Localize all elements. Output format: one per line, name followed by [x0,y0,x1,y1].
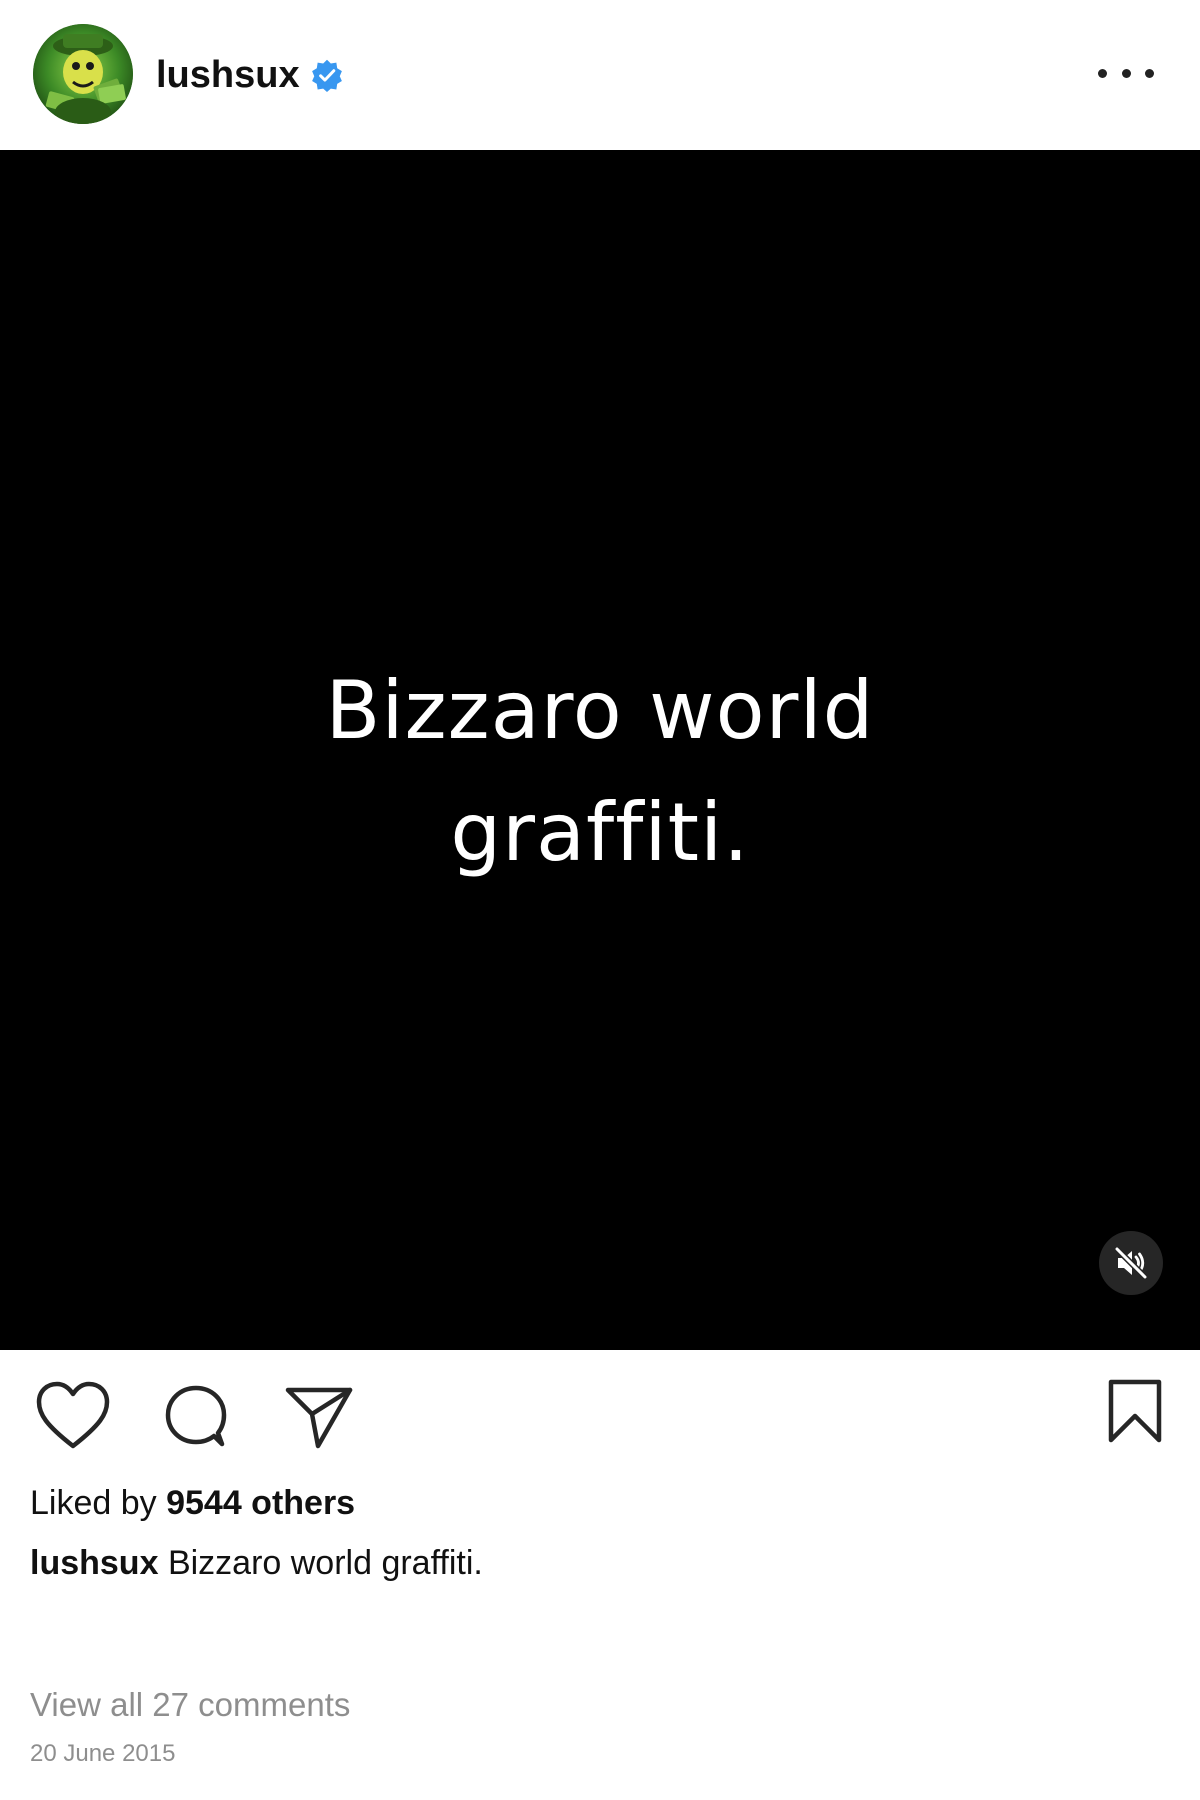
like-button[interactable] [36,1380,110,1452]
more-options-button[interactable] [1098,58,1154,88]
save-button[interactable] [1106,1378,1164,1444]
video-text-line-2: graffiti. [450,786,750,879]
more-options-icon [1098,68,1107,78]
verified-badge-icon [310,58,344,92]
video-text-overlay: Bizzaro world graffiti. [0,650,1200,894]
more-options-dot [1145,68,1154,78]
post-header: lushsux [0,0,1200,150]
paper-plane-icon [285,1387,353,1449]
likes-count[interactable]: 9544 others [166,1484,355,1522]
post-caption: lushsux Bizzaro world graffiti. [30,1544,483,1583]
caption-text: Bizzaro world graffiti. [167,1544,483,1582]
view-comments-link[interactable]: View all 27 comments [30,1686,350,1724]
comment-bubble-icon [165,1385,227,1447]
comment-button[interactable] [164,1380,228,1452]
post-actions [0,1350,1200,1480]
bookmark-icon [1108,1379,1162,1443]
post-video[interactable]: Bizzaro world graffiti. [0,150,1200,1350]
username-row: lushsux [156,50,344,100]
mute-toggle-button[interactable] [1099,1231,1163,1295]
post-date: 20 June 2015 [30,1740,176,1767]
caption-username[interactable]: lushsux [30,1544,158,1582]
likes-prefix: Liked by [30,1484,157,1522]
more-options-dot [1121,68,1131,78]
header-username[interactable]: lushsux [156,54,300,97]
video-text-line-1: Bizzaro world [325,664,875,757]
share-button[interactable] [284,1380,354,1452]
muted-speaker-icon [1114,1246,1148,1280]
avatar[interactable] [33,24,133,124]
avatar-image [33,24,133,124]
heart-icon [36,1381,110,1449]
likes-summary[interactable]: Liked by 9544 others [30,1484,355,1523]
